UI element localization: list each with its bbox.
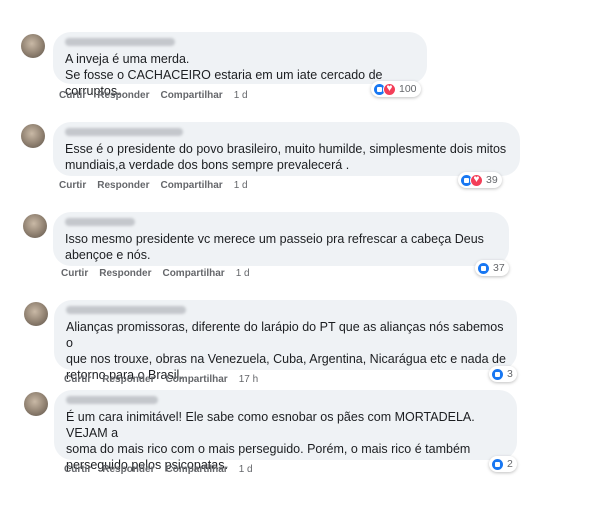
comment-actions: Curtir Responder Compartilhar 1 d bbox=[61, 268, 250, 279]
comment-bubble: A inveja é uma merda. Se fosse o CACHACE… bbox=[53, 32, 427, 98]
comment: Isso mesmo presidente vc merece um passe… bbox=[23, 212, 513, 288]
reaction-count: 37 bbox=[493, 262, 505, 274]
reply-button[interactable]: Responder bbox=[99, 268, 151, 279]
timestamp[interactable]: 17 h bbox=[239, 374, 258, 385]
timestamp[interactable]: 1 d bbox=[234, 180, 248, 191]
comment: É um cara inimitável! Ele sabe como esno… bbox=[24, 390, 524, 480]
comment-text: Isso mesmo presidente vc merece um passe… bbox=[65, 232, 484, 262]
share-button[interactable]: Compartilhar bbox=[165, 464, 227, 475]
reply-button[interactable]: Responder bbox=[102, 464, 154, 475]
comment-actions: Curtir Responder Compartilhar 1 d bbox=[64, 464, 253, 475]
avatar[interactable] bbox=[23, 214, 47, 238]
like-button[interactable]: Curtir bbox=[59, 90, 86, 101]
like-button[interactable]: Curtir bbox=[64, 374, 91, 385]
reaction-count: 3 bbox=[507, 368, 513, 380]
reaction-count: 100 bbox=[399, 83, 417, 95]
reply-button[interactable]: Responder bbox=[97, 90, 149, 101]
reaction-summary[interactable]: 100 bbox=[371, 81, 421, 97]
avatar[interactable] bbox=[21, 34, 45, 58]
reaction-summary[interactable]: 39 bbox=[458, 172, 502, 188]
author-name-redacted[interactable] bbox=[66, 396, 158, 404]
reply-button[interactable]: Responder bbox=[97, 180, 149, 191]
author-name-redacted[interactable] bbox=[65, 128, 183, 136]
avatar[interactable] bbox=[24, 302, 48, 326]
like-button[interactable]: Curtir bbox=[64, 464, 91, 475]
timestamp[interactable]: 1 d bbox=[236, 268, 250, 279]
avatar[interactable] bbox=[24, 392, 48, 416]
like-button[interactable]: Curtir bbox=[61, 268, 88, 279]
share-button[interactable]: Compartilhar bbox=[160, 90, 222, 101]
comment-actions: Curtir Responder Compartilhar 17 h bbox=[64, 374, 258, 385]
share-button[interactable]: Compartilhar bbox=[160, 180, 222, 191]
reply-button[interactable]: Responder bbox=[102, 374, 154, 385]
reaction-count: 39 bbox=[486, 174, 498, 186]
like-icon bbox=[491, 457, 504, 471]
like-button[interactable]: Curtir bbox=[59, 180, 86, 191]
author-name-redacted[interactable] bbox=[65, 38, 175, 46]
comment: Alianças promissoras, diferente do laráp… bbox=[24, 300, 524, 390]
timestamp[interactable]: 1 d bbox=[239, 464, 253, 475]
comment-bubble: Esse é o presidente do povo brasileiro, … bbox=[53, 122, 520, 176]
comment-bubble: Isso mesmo presidente vc merece um passe… bbox=[53, 212, 509, 266]
author-name-redacted[interactable] bbox=[66, 306, 186, 314]
avatar[interactable] bbox=[21, 124, 45, 148]
love-icon bbox=[470, 173, 483, 187]
comment: A inveja é uma merda. Se fosse o CACHACE… bbox=[21, 32, 431, 107]
author-name-redacted[interactable] bbox=[65, 218, 135, 226]
comment-text: Esse é o presidente do povo brasileiro, … bbox=[65, 142, 507, 172]
timestamp[interactable]: 1 d bbox=[234, 90, 248, 101]
comment-actions: Curtir Responder Compartilhar 1 d bbox=[59, 90, 248, 101]
like-icon bbox=[477, 261, 490, 275]
comment-bubble: Alianças promissoras, diferente do laráp… bbox=[54, 300, 517, 382]
comment-actions: Curtir Responder Compartilhar 1 d bbox=[59, 180, 248, 191]
reaction-count: 2 bbox=[507, 458, 513, 470]
share-button[interactable]: Compartilhar bbox=[162, 268, 224, 279]
love-icon bbox=[383, 82, 396, 96]
reaction-summary[interactable]: 37 bbox=[475, 260, 509, 276]
reaction-summary[interactable]: 2 bbox=[489, 456, 517, 472]
share-button[interactable]: Compartilhar bbox=[165, 374, 227, 385]
reaction-summary[interactable]: 3 bbox=[489, 366, 517, 382]
like-icon bbox=[491, 367, 504, 381]
comment: Esse é o presidente do povo brasileiro, … bbox=[21, 122, 521, 197]
comment-bubble: É um cara inimitável! Ele sabe como esno… bbox=[54, 390, 517, 472]
